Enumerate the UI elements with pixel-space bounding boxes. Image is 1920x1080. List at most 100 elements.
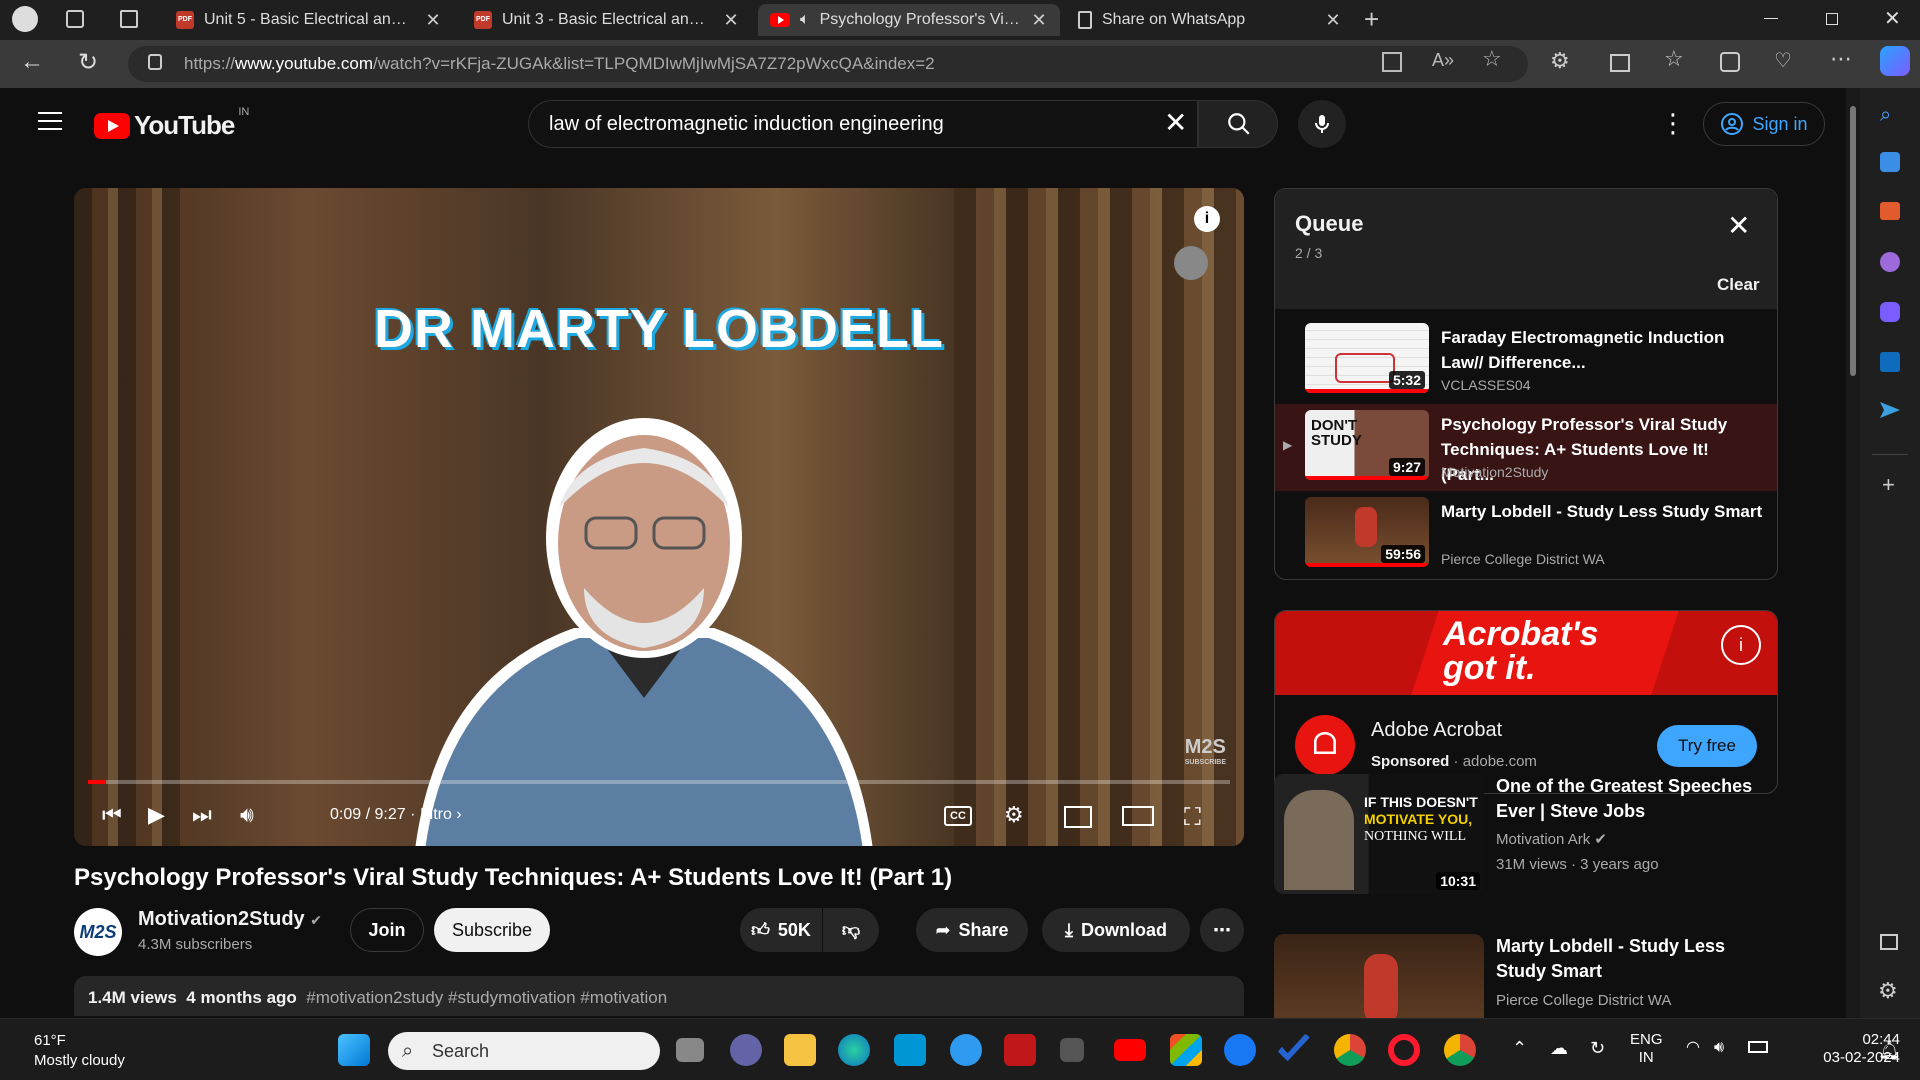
dislike-button[interactable]: 👎︎ <box>823 908 879 952</box>
myhp-icon[interactable] <box>894 1034 926 1066</box>
tools-icon[interactable] <box>1880 202 1900 220</box>
voice-search-button[interactable] <box>1298 100 1346 148</box>
back-icon[interactable]: ← <box>20 48 44 76</box>
file-explorer-icon[interactable] <box>784 1034 816 1066</box>
menu-icon[interactable] <box>38 112 62 130</box>
ad-banner[interactable]: Acrobat's got it. i <box>1275 611 1777 695</box>
collections-icon[interactable] <box>1720 52 1740 72</box>
sign-in-button[interactable]: Sign in <box>1703 102 1825 146</box>
queue-item[interactable]: 5:32 Faraday Electromagnetic Induction L… <box>1275 317 1777 404</box>
close-queue-icon[interactable]: ✕ <box>1727 209 1750 242</box>
volume-icon[interactable]: 🔊︎ <box>240 802 254 828</box>
browser-tab-unit3[interactable]: PDF Unit 3 - Basic Electrical and Electr… <box>462 4 752 36</box>
clear-queue-button[interactable]: Clear <box>1717 275 1760 295</box>
mcafee-icon[interactable] <box>1004 1034 1036 1066</box>
clear-search-icon[interactable]: ✕ <box>1164 106 1187 139</box>
help-icon[interactable] <box>950 1034 982 1066</box>
new-tab-icon[interactable]: + <box>1364 4 1379 35</box>
notification-bell-icon[interactable]: 🔔︎ <box>1878 1041 1901 1059</box>
more-options-icon[interactable]: ⋯ <box>1830 46 1852 72</box>
ad-info-icon[interactable]: i <box>1721 625 1761 665</box>
opera-icon[interactable] <box>1388 1034 1420 1066</box>
sidebar-settings-icon[interactable]: ⚙ <box>1878 978 1898 1004</box>
close-tab-icon[interactable]: ✕ <box>1324 10 1342 31</box>
favorites-icon[interactable]: ☆ <box>1664 46 1684 72</box>
try-free-button[interactable]: Try free <box>1657 725 1757 767</box>
subscribe-button[interactable]: Subscribe <box>434 908 550 952</box>
download-button[interactable]: ⤓ Download <box>1042 908 1190 952</box>
theater-mode-icon[interactable] <box>1122 806 1154 826</box>
send-icon[interactable] <box>1880 402 1900 418</box>
video-player[interactable]: i DR MARTY LOBDELL M2S SUBSCRIBE ⏮ ▶ ⏭ 🔊︎… <box>74 188 1244 846</box>
browser-tab-youtube[interactable]: 🔈︎ Psychology Professor's Viral ✕ <box>758 4 1060 36</box>
edge-browser-icon[interactable] <box>838 1034 870 1066</box>
teams-icon[interactable] <box>730 1034 762 1066</box>
description-box[interactable]: 1.4M views 4 months ago #motivation2stud… <box>74 976 1244 1016</box>
url-field[interactable]: https://www.youtube.com/watch?v=rKFja-ZU… <box>128 46 1528 82</box>
games-icon[interactable] <box>1880 252 1900 272</box>
app-icon[interactable] <box>1060 1038 1084 1062</box>
microsoft-365-icon[interactable] <box>1880 302 1900 322</box>
sync-icon[interactable]: ↻ <box>1590 1039 1605 1057</box>
share-button[interactable]: ➦ Share <box>916 908 1028 952</box>
extensions-icon[interactable]: ⚙ <box>1550 48 1570 74</box>
microsoft-store-icon[interactable] <box>1170 1034 1202 1066</box>
onedrive-icon[interactable]: ☁ <box>1550 1039 1568 1057</box>
next-icon[interactable]: ⏭ <box>192 802 212 828</box>
add-icon[interactable]: + <box>1882 472 1895 498</box>
weather-widget[interactable]: 61°F Mostly cloudy <box>34 1031 125 1071</box>
outlook-icon[interactable] <box>1880 352 1900 372</box>
windows-start-icon[interactable] <box>338 1034 370 1066</box>
chapter-label[interactable]: Intro <box>420 806 452 823</box>
join-button[interactable]: Join <box>350 908 424 952</box>
like-button[interactable]: 👍︎ 50K <box>740 908 822 952</box>
search-icon[interactable]: ⌕ <box>1880 104 1891 127</box>
queue-item[interactable]: 59:56 Marty Lobdell - Study Less Study S… <box>1275 491 1777 578</box>
close-tab-icon[interactable]: ✕ <box>424 10 442 31</box>
info-icon[interactable]: i <box>1194 206 1220 232</box>
settings-more-icon[interactable]: ⋮ <box>1660 108 1686 139</box>
language-indicator[interactable]: ENG IN <box>1630 1031 1663 1067</box>
performance-icon[interactable]: ♡ <box>1774 48 1792 73</box>
refresh-icon[interactable]: ↻ <box>78 48 98 77</box>
volume-icon[interactable]: 🔊︎ <box>1714 1039 1724 1057</box>
youtube-app-icon[interactable] <box>1114 1039 1146 1061</box>
recommended-video[interactable]: IF THIS DOESN'T MOTIVATE YOU, NOTHING WILL… <box>1274 774 1778 894</box>
minimize-icon[interactable] <box>1764 18 1778 19</box>
hashtags[interactable]: #motivation2study #studymotivation #moti… <box>306 988 667 1007</box>
app-available-icon[interactable] <box>1382 52 1402 72</box>
recommended-video[interactable]: Marty Lobdell - Study Less Study Smart P… <box>1274 934 1778 1018</box>
previous-icon[interactable]: ⏮ <box>102 802 122 828</box>
hide-sidebar-icon[interactable] <box>1880 934 1898 950</box>
wifi-icon[interactable]: ◠ <box>1686 1039 1700 1057</box>
task-view-icon[interactable] <box>676 1038 704 1062</box>
search-button[interactable] <box>1198 100 1278 148</box>
chrome-profile-icon[interactable] <box>1444 1034 1476 1066</box>
channel-watermark-icon[interactable] <box>1174 246 1208 280</box>
browser-tab-whatsapp[interactable]: Share on WhatsApp ✕ <box>1066 4 1354 36</box>
settings-gear-icon[interactable]: ⚙ <box>1004 802 1024 828</box>
favorite-icon[interactable]: ☆ <box>1482 46 1502 72</box>
queue-item-now-playing[interactable]: ▶ DON'T STUDY 9:27 Psychology Professor's… <box>1275 404 1777 491</box>
page-scrollbar[interactable] <box>1846 88 1860 1018</box>
battery-icon[interactable] <box>1748 1041 1768 1053</box>
more-actions-button[interactable]: ⋯ <box>1200 908 1244 952</box>
close-tab-icon[interactable]: ✕ <box>722 10 740 31</box>
close-tab-icon[interactable]: ✕ <box>1030 10 1048 31</box>
sponsored-ad[interactable]: Acrobat's got it. i ᗝ Adobe Acrobat Spons… <box>1274 610 1778 794</box>
channel-name[interactable]: Motivation2Study ✔ <box>138 908 322 931</box>
taskbar-search[interactable]: ⌕ Search <box>388 1032 660 1070</box>
workspaces-icon[interactable] <box>66 10 84 28</box>
tab-actions-icon[interactable] <box>120 10 138 28</box>
browser-tab-unit5[interactable]: PDF Unit 5 - Basic Electrical and Electr… <box>164 4 454 36</box>
todo-icon[interactable] <box>1278 1034 1310 1062</box>
facebook-icon[interactable] <box>1224 1034 1256 1066</box>
channel-avatar[interactable]: M2S <box>74 908 122 956</box>
search-input[interactable]: law of electromagnetic induction enginee… <box>528 100 1198 148</box>
shopping-icon[interactable] <box>1880 152 1900 172</box>
captions-icon[interactable]: CC <box>944 806 972 826</box>
chrome-icon[interactable] <box>1334 1034 1366 1066</box>
speaker-icon[interactable]: 🔈︎ <box>800 11 810 29</box>
fullscreen-icon[interactable]: ⛶ <box>1184 804 1201 832</box>
profile-icon[interactable] <box>12 6 38 32</box>
